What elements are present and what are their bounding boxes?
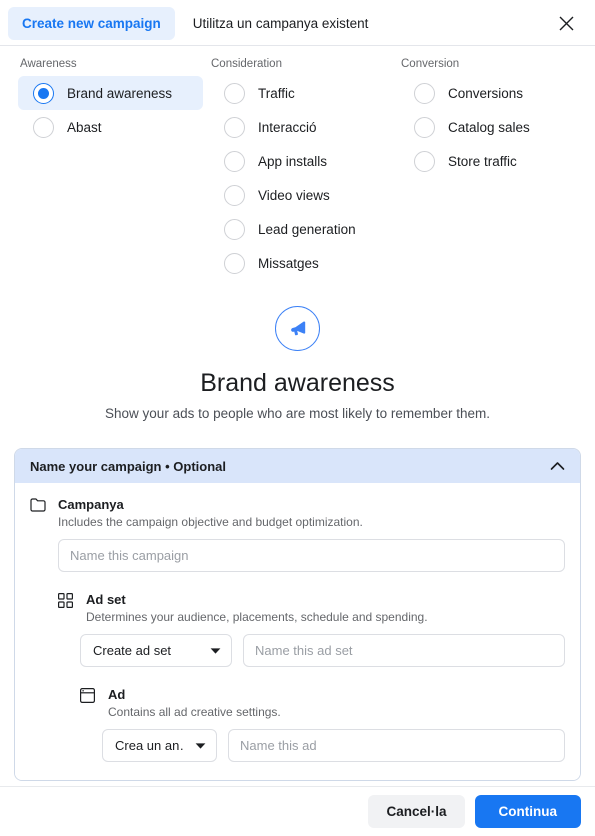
radio-store-traffic[interactable] xyxy=(414,150,435,172)
objective-hero: Brand awareness Show your ads to people … xyxy=(0,306,595,421)
dialog-footer: Cancel·la Continua xyxy=(0,786,595,836)
objective-option-catalog-sales[interactable]: Catalog sales xyxy=(399,110,595,144)
radio-traffic[interactable] xyxy=(224,82,245,104)
radio-video-views[interactable] xyxy=(224,184,245,206)
name-campaign-card: Name your campaign • Optional Campanya I… xyxy=(14,448,581,781)
radio-interaccio[interactable] xyxy=(224,116,245,138)
objective-option-video-views[interactable]: Video views xyxy=(209,178,395,212)
ad-set-create-select[interactable]: Create ad set xyxy=(80,634,232,667)
objective-column-consideration: Consideration Traffic Interacció App ins… xyxy=(205,58,395,280)
objective-option-conversions[interactable]: Conversions xyxy=(399,76,595,110)
radio-app-installs[interactable] xyxy=(224,150,245,172)
ad-row-header: Ad Contains all ad creative settings. xyxy=(80,687,565,719)
ad-select-value: Crea un an… xyxy=(115,738,185,753)
objective-column-conversion: Conversion Conversions Catalog sales Sto… xyxy=(395,58,595,280)
folder-icon xyxy=(30,498,48,512)
objective-label: Catalog sales xyxy=(448,119,530,135)
continue-button[interactable]: Continua xyxy=(474,795,581,828)
collapse-toggle[interactable] xyxy=(550,461,565,471)
radio-catalog-sales[interactable] xyxy=(414,116,435,138)
radio-abast[interactable] xyxy=(33,116,54,138)
ad-set-row-header: Ad set Determines your audience, placeme… xyxy=(58,592,565,624)
objective-label: Video views xyxy=(258,187,330,203)
hero-icon-circle xyxy=(275,306,320,351)
close-icon xyxy=(559,16,573,30)
objective-option-brand-awareness[interactable]: Brand awareness xyxy=(18,76,203,110)
objective-column-awareness: Awareness Brand awareness Abast xyxy=(0,58,205,280)
ad-row-title: Ad xyxy=(108,687,126,702)
close-button[interactable] xyxy=(551,8,581,38)
window-icon xyxy=(80,688,98,703)
hero-subtitle: Show your ads to people who are most lik… xyxy=(105,406,490,421)
radio-lead-generation[interactable] xyxy=(224,218,245,240)
chevron-down-icon xyxy=(185,742,206,750)
tab-create-new-campaign[interactable]: Create new campaign xyxy=(8,6,175,40)
objective-label: Lead generation xyxy=(258,221,356,237)
objective-label: Conversions xyxy=(448,85,524,101)
objective-label: Missatges xyxy=(258,255,319,271)
objective-label: Brand awareness xyxy=(67,85,173,101)
dialog-header: Create new campaign Utilitza un campanya… xyxy=(0,0,595,46)
grid-icon xyxy=(58,593,76,608)
ad-create-select[interactable]: Crea un an… xyxy=(102,729,217,762)
cancel-button[interactable]: Cancel·la xyxy=(368,795,465,828)
ad-set-select-value: Create ad set xyxy=(93,643,172,658)
chevron-up-icon xyxy=(550,462,565,470)
objective-columns: Awareness Brand awareness Abast Consider… xyxy=(0,46,595,280)
radio-missatges[interactable] xyxy=(224,252,245,274)
name-campaign-card-body: Campanya Includes the campaign objective… xyxy=(15,483,580,780)
objective-option-app-installs[interactable]: App installs xyxy=(209,144,395,178)
megaphone-icon xyxy=(290,320,305,335)
ad-set-name-input[interactable]: Name this ad set xyxy=(243,634,565,667)
objective-label: Interacció xyxy=(258,119,317,135)
objective-option-traffic[interactable]: Traffic xyxy=(209,76,395,110)
chevron-down-icon xyxy=(200,647,221,655)
campaign-row-header: Campanya Includes the campaign objective… xyxy=(30,497,565,529)
ad-set-row-title: Ad set xyxy=(86,592,126,607)
objective-label: App installs xyxy=(258,153,328,169)
campaign-row-title: Campanya xyxy=(58,497,124,512)
objective-label: Abast xyxy=(67,119,102,135)
tab-use-existing-campaign[interactable]: Utilitza un campanya existent xyxy=(179,7,383,40)
objective-option-abast[interactable]: Abast xyxy=(18,110,205,144)
ad-set-row-description: Determines your audience, placements, sc… xyxy=(86,610,428,624)
column-title-conversion: Conversion xyxy=(401,58,460,70)
campaign-row-description: Includes the campaign objective and budg… xyxy=(58,515,363,529)
radio-brand-awareness[interactable] xyxy=(33,82,54,104)
objective-option-interaccio[interactable]: Interacció xyxy=(209,110,395,144)
card-header-title: Name your campaign • Optional xyxy=(30,458,226,474)
hero-title: Brand awareness xyxy=(200,369,395,397)
column-title-consideration: Consideration xyxy=(211,58,282,70)
objective-label: Traffic xyxy=(258,85,295,101)
ad-row-description: Contains all ad creative settings. xyxy=(108,705,281,719)
radio-conversions[interactable] xyxy=(414,82,435,104)
name-campaign-card-header[interactable]: Name your campaign • Optional xyxy=(15,449,580,483)
ad-name-input[interactable]: Name this ad xyxy=(228,729,565,762)
objective-option-missatges[interactable]: Missatges xyxy=(209,246,395,280)
column-title-awareness: Awareness xyxy=(20,58,77,70)
campaign-name-input[interactable]: Name this campaign xyxy=(58,539,565,572)
objective-label: Store traffic xyxy=(448,153,517,169)
objective-option-store-traffic[interactable]: Store traffic xyxy=(399,144,595,178)
objective-option-lead-generation[interactable]: Lead generation xyxy=(209,212,395,246)
